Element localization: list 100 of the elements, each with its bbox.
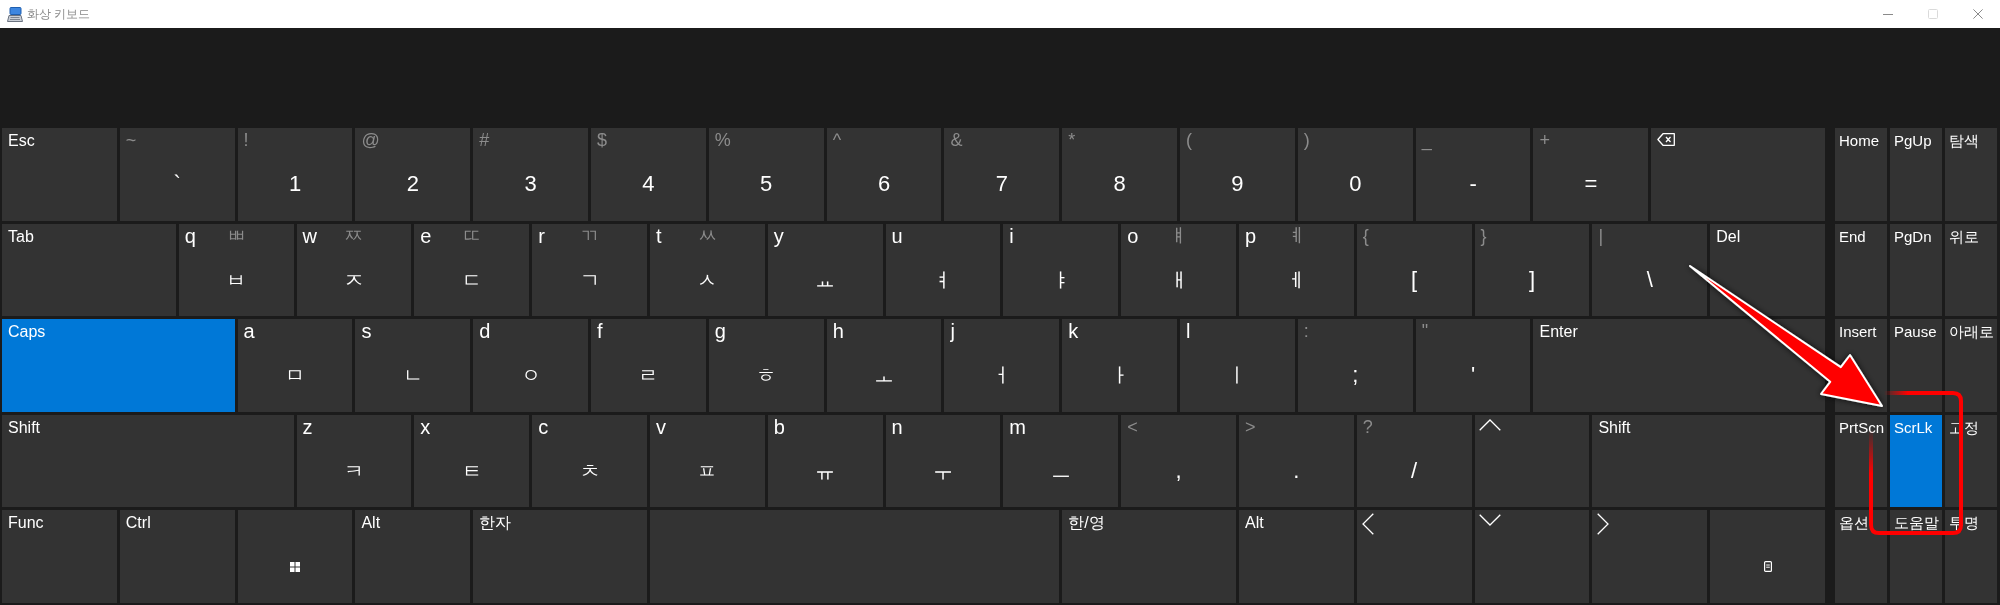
keyboard-key[interactable] [1356, 510, 1472, 603]
keyboard-key[interactable]: PrtScn [1835, 414, 1887, 508]
keyboard-key[interactable]: z ㅋ [296, 414, 412, 508]
shift-symbol: $ [597, 129, 608, 152]
keyboard-key[interactable]: 한자 [473, 510, 647, 603]
key-letter: s [361, 319, 372, 344]
shift-character: ㄸ [462, 223, 482, 248]
keyboard-key[interactable]: < , [1121, 414, 1236, 508]
keyboard-key[interactable]: Enter [1533, 319, 1825, 412]
keyboard-key[interactable]: l ㅣ [1180, 319, 1295, 412]
chevron-right-icon [1597, 513, 1610, 536]
keyboard-key[interactable]: Caps [2, 319, 235, 412]
key-character: ㅏ [1109, 363, 1130, 388]
keyboard-key[interactable]: ScrLk [1890, 414, 1942, 508]
keyboard-key[interactable]: End [1835, 223, 1887, 317]
key-character: ; [1352, 362, 1359, 389]
close-icon [1972, 9, 1983, 19]
keyboard-key[interactable] [1474, 414, 1590, 508]
keyboard-key[interactable]: 탐색 [1945, 128, 1997, 221]
keyboard-key[interactable]: Home [1835, 128, 1887, 221]
key-character: 2 [406, 171, 419, 198]
keyboard-key[interactable]: Pause [1890, 319, 1942, 412]
keyboard-key[interactable]: b ㅠ [767, 414, 883, 508]
shift-symbol: % [714, 129, 731, 152]
shift-symbol: _ [1421, 129, 1432, 152]
keyboard-key[interactable]: Shift [1592, 414, 1825, 508]
key-character: ㅔ [1286, 267, 1307, 292]
keyboard-key[interactable]: ) 0 [1297, 128, 1413, 221]
key-letter: y [773, 223, 784, 248]
key-letter: u [891, 223, 903, 248]
keyboard-key[interactable]: ! 1 [237, 128, 353, 221]
keyboard-key[interactable]: Del [1710, 223, 1825, 317]
key-character: ㄴ [402, 363, 423, 388]
shift-symbol: " [1421, 320, 1429, 344]
chevron-down-icon [1478, 514, 1501, 527]
key-letter: f [597, 319, 603, 344]
key-character: ㅠ [815, 459, 836, 484]
keyboard-key[interactable]: * 8 [1062, 128, 1178, 221]
keyboard-key[interactable]: PgDn [1890, 223, 1942, 317]
keyboard-key[interactable]: c ㅊ [532, 414, 647, 508]
key-letter: b [773, 414, 785, 439]
keyboard-key[interactable]: } ] [1474, 223, 1590, 317]
keyboard-key[interactable]: 한/영 [1062, 510, 1236, 603]
key-character: ㅛ [815, 267, 836, 292]
key-letter: t [655, 223, 662, 248]
keyboard-key[interactable]: Alt [1238, 510, 1354, 603]
keyboard-key[interactable]: _ - [1415, 128, 1531, 221]
keyboard-key[interactable]: | \ [1592, 223, 1708, 317]
keyboard-key[interactable]: ^ 6 [826, 128, 942, 221]
space-bar[interactable] [649, 510, 1060, 603]
shift-symbol: ~ [125, 129, 137, 152]
keyboard-key[interactable] [237, 510, 353, 603]
shift-symbol: ( [1186, 129, 1193, 152]
keyboard-key[interactable]: Esc [2, 128, 117, 221]
keyboard-key[interactable]: 아래로 [1945, 319, 1997, 412]
document-icon [1763, 561, 1772, 573]
keyboard-key[interactable]: Func [2, 510, 117, 603]
keyboard-key[interactable]: p ㅖ ㅔ [1238, 223, 1354, 317]
key-letter: n [891, 414, 903, 439]
keyboard-key[interactable]: 도움말 [1890, 510, 1942, 603]
keyboard-key[interactable]: ? / [1356, 414, 1472, 508]
keyboard-key[interactable]: @ 2 [355, 128, 471, 221]
keyboard-key[interactable]: Alt [355, 510, 471, 603]
keyboard-key[interactable]: 위로 [1945, 223, 1997, 317]
keyboard-key[interactable]: k ㅏ [1062, 319, 1178, 412]
keyboard-key[interactable]: " ' [1415, 319, 1531, 412]
keyboard-key[interactable]: Shift [2, 414, 294, 508]
windows-logo-icon [290, 561, 300, 572]
shift-symbol: } [1480, 224, 1487, 248]
keyboard-key[interactable]: + = [1533, 128, 1649, 221]
key-character: ㅂ [226, 267, 247, 292]
key-character: = [1584, 171, 1598, 198]
keyboard-key[interactable]: Tab [2, 223, 176, 317]
keyboard-key[interactable]: % 5 [708, 128, 824, 221]
keyboard-key[interactable] [1474, 510, 1590, 603]
keyboard-key[interactable]: { [ [1356, 223, 1472, 317]
keyboard-key[interactable]: 옵션 [1835, 510, 1887, 603]
computer-icon [7, 6, 23, 22]
keyboard-key[interactable]: > . [1238, 414, 1354, 508]
keyboard-key[interactable] [1592, 510, 1708, 603]
key-character: , [1175, 458, 1182, 485]
key-letter: x [420, 414, 431, 439]
shift-symbol: < [1127, 415, 1138, 439]
keyboard-key[interactable] [1710, 510, 1825, 603]
key-character: ㅜ [932, 459, 953, 484]
keyboard-key[interactable]: PgUp [1890, 128, 1942, 221]
keyboard-key[interactable]: & 7 [944, 128, 1060, 221]
keyboard-key[interactable]: x ㅌ [414, 414, 530, 508]
keyboard-key[interactable]: n ㅜ [885, 414, 1001, 508]
keyboard-key[interactable]: m ㅡ [1003, 414, 1119, 508]
keyboard-key[interactable]: : ; [1297, 319, 1413, 412]
keyboard-key[interactable]: # 3 [473, 128, 589, 221]
keyboard-key[interactable]: ( 9 [1180, 128, 1295, 221]
keyboard-key[interactable] [1651, 128, 1825, 221]
keyboard-key[interactable]: Ctrl [119, 510, 235, 603]
keyboard-key[interactable]: ~ ` [119, 128, 235, 221]
keyboard-key[interactable]: v ㅍ [649, 414, 765, 508]
keyboard-key[interactable]: $ 4 [591, 128, 706, 221]
chevron-up-icon [1478, 418, 1501, 431]
shift-symbol: * [1068, 129, 1076, 152]
